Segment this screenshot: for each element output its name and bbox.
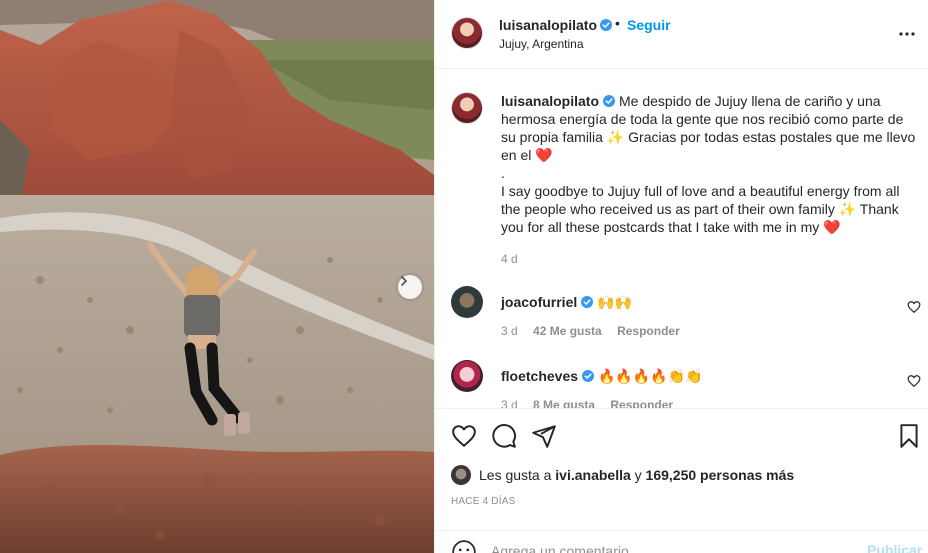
- share-send-icon[interactable]: [531, 423, 557, 449]
- likes-count[interactable]: 169,250 personas más: [646, 467, 795, 483]
- save-bookmark-icon[interactable]: [896, 423, 922, 449]
- comment-meta: 3 d 8 Me gusta Responder: [501, 398, 685, 408]
- post-header: luisanalopilato • Seguir Jujuy, Argentin…: [435, 0, 928, 69]
- post-location[interactable]: Jujuy, Argentina: [499, 37, 584, 51]
- caption-username[interactable]: luisanalopilato: [501, 93, 599, 109]
- likes-summary: Les gusta a ivi.anabella y 169,250 perso…: [451, 465, 794, 485]
- add-comment-bar: Publicar: [435, 530, 928, 553]
- comment-username[interactable]: joacofurriel: [501, 294, 577, 310]
- comment-likes[interactable]: 8 Me gusta: [533, 398, 595, 408]
- verified-badge-icon: [581, 296, 594, 308]
- caption-timestamp[interactable]: 4 d: [501, 252, 518, 266]
- post-photo[interactable]: [0, 0, 434, 553]
- likes-connector: y: [634, 467, 642, 483]
- more-options-icon: [899, 32, 915, 36]
- post-actions: Les gusta a ivi.anabella y 169,250 perso…: [435, 408, 928, 548]
- comment-text: 🙌🙌: [597, 294, 633, 310]
- verified-badge-icon: [600, 19, 612, 31]
- caption-text-english: I say goodbye to Jujuy full of love and …: [501, 183, 904, 235]
- follow-button[interactable]: Seguir: [627, 17, 671, 33]
- comment-item: floetcheves 🔥🔥🔥🔥👏👏 3 d 8 Me gusta Respon…: [435, 360, 928, 408]
- commenter-avatar[interactable]: [451, 360, 483, 392]
- like-comment-heart-icon[interactable]: [907, 300, 921, 314]
- comment-time[interactable]: 3 d: [501, 324, 518, 338]
- comment-body: joacofurriel 🙌🙌: [501, 294, 632, 311]
- comment-text: 🔥🔥🔥🔥👏👏: [597, 368, 703, 384]
- author-username[interactable]: luisanalopilato: [499, 17, 597, 33]
- comments-list[interactable]: luisanalopilato Me despido de Jujuy llena…: [435, 70, 928, 408]
- chevron-right-icon: [401, 276, 407, 286]
- emoji-icon[interactable]: [451, 539, 477, 553]
- landscape-photo: [0, 0, 434, 553]
- comment-username[interactable]: floetcheves: [501, 368, 578, 384]
- comment-body: floetcheves 🔥🔥🔥🔥👏👏: [501, 368, 703, 385]
- comment-input[interactable]: [491, 541, 851, 553]
- likes-prefix: Les gusta a: [479, 467, 552, 483]
- comment-likes[interactable]: 42 Me gusta: [533, 324, 602, 338]
- comment-item: joacofurriel 🙌🙌 3 d 42 Me gusta Responde…: [435, 286, 928, 356]
- comment-bubble-icon[interactable]: [491, 423, 517, 449]
- author-avatar[interactable]: [451, 17, 483, 49]
- post-time-ago[interactable]: HACE 4 DÍAS: [451, 496, 515, 507]
- reply-button[interactable]: Responder: [617, 324, 680, 338]
- separator-dot: •: [615, 15, 620, 31]
- more-options-button[interactable]: [895, 22, 919, 46]
- verified-badge-icon: [582, 370, 595, 382]
- post-caption: luisanalopilato Me despido de Jujuy llena…: [501, 92, 921, 236]
- reply-button[interactable]: Responder: [610, 398, 673, 408]
- caption-dot: .: [501, 165, 505, 181]
- next-image-button[interactable]: [398, 275, 422, 299]
- post-side-panel: luisanalopilato • Seguir Jujuy, Argentin…: [434, 0, 928, 553]
- verified-badge-icon: [603, 95, 616, 107]
- commenter-avatar[interactable]: [451, 286, 483, 318]
- publish-button[interactable]: Publicar: [867, 542, 922, 553]
- like-heart-icon[interactable]: [451, 423, 477, 449]
- comment-time[interactable]: 3 d: [501, 398, 518, 408]
- like-comment-heart-icon[interactable]: [907, 374, 921, 388]
- comment-meta: 3 d 42 Me gusta Responder: [501, 324, 692, 338]
- liker-avatar[interactable]: [451, 465, 471, 485]
- liker-username[interactable]: ivi.anabella: [555, 467, 630, 483]
- caption-avatar[interactable]: [451, 92, 483, 124]
